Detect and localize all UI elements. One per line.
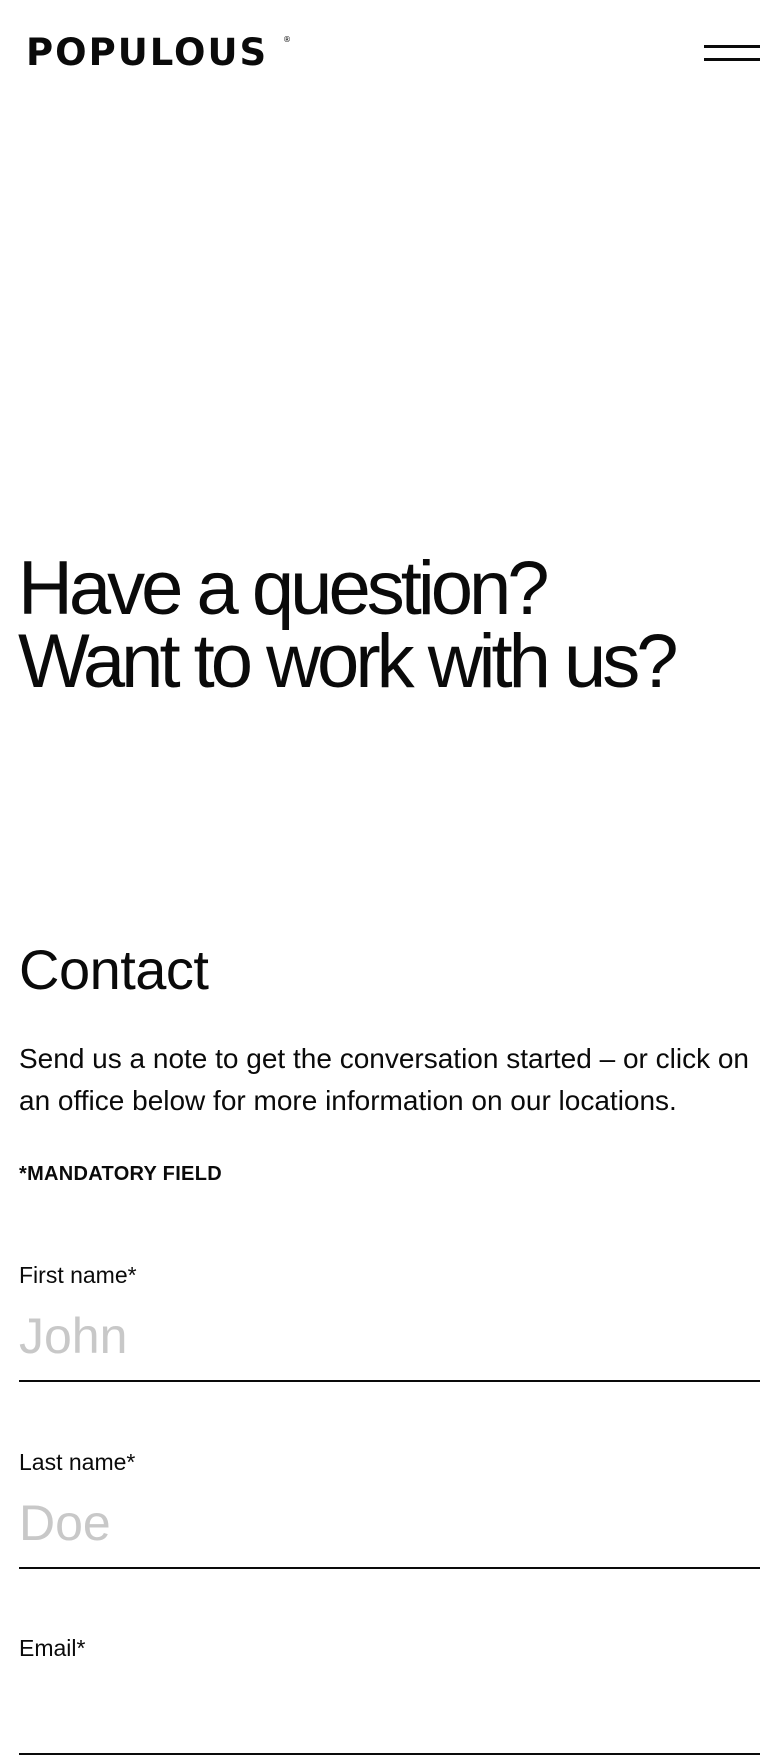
first-name-field: First name* [19,1260,760,1382]
populous-logo[interactable]: POPULOUS [26,31,268,75]
mandatory-field-note: *MANDATORY FIELD [19,1163,222,1185]
hero-line-2: Want to work with us? [18,619,679,704]
hero-heading: Have a question? Want to work with us? [18,546,758,704]
site-header: POPULOUS ® [0,0,780,105]
contact-intro: Send us a note to get the conversation s… [19,1043,749,1116]
email-input[interactable] [19,1673,760,1755]
email-label: Email* [19,1635,86,1661]
registered-mark: ® [283,35,291,44]
last-name-field: Last name* [19,1447,760,1569]
contact-title: Contact [19,938,209,1001]
last-name-input[interactable] [19,1487,760,1569]
hero-line-1: Have a question? [18,546,550,631]
menu-button[interactable] [700,40,760,66]
first-name-label: First name* [19,1262,137,1288]
menu-line-bottom [704,58,760,61]
menu-line-top [704,45,760,48]
email-field: Email* [19,1633,760,1755]
last-name-label: Last name* [19,1449,136,1475]
first-name-input[interactable] [19,1300,760,1382]
